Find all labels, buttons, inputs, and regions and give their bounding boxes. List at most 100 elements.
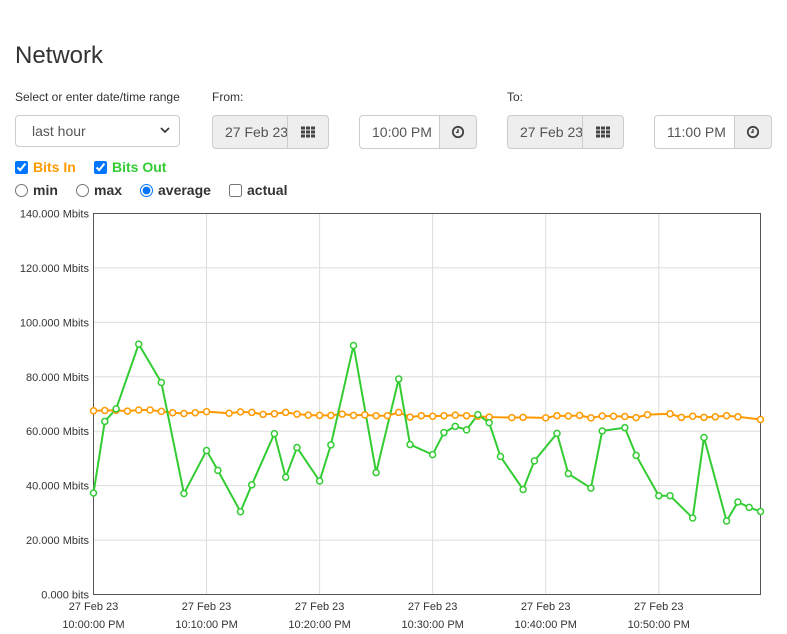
from-label: From: [212, 90, 244, 104]
to-calendar-button[interactable] [583, 115, 624, 149]
data-point [270, 410, 279, 418]
data-point [293, 410, 301, 418]
y-tick-label: 140.000 Mbits [20, 209, 90, 221]
bits-out-checkbox[interactable] [94, 160, 107, 174]
y-tick-label: 120.000 Mbits [20, 263, 90, 275]
data-point [428, 412, 437, 420]
data-point [541, 414, 550, 422]
data-point [315, 411, 324, 420]
data-point [202, 407, 211, 416]
data-point [700, 433, 708, 442]
data-point [157, 407, 166, 416]
x-tick-label: 10:20:00 PM [288, 619, 350, 631]
from-date-input[interactable]: 27 Feb 23 [212, 115, 288, 149]
data-point [462, 426, 471, 434]
data-point [338, 410, 346, 418]
to-time-input[interactable]: 11:00 PM [654, 115, 735, 149]
mode-max-radio[interactable] [76, 183, 89, 197]
data-point [315, 477, 324, 485]
data-point [519, 485, 527, 494]
data-point [281, 473, 290, 481]
data-point [406, 413, 414, 421]
data-point [372, 468, 380, 477]
clock-icon [746, 125, 760, 139]
data-point [756, 415, 765, 424]
data-point [89, 407, 98, 415]
data-point [553, 429, 561, 438]
data-point [587, 414, 595, 422]
bits-out-label: Bits Out [112, 159, 167, 175]
data-point [519, 413, 527, 422]
data-point [677, 413, 686, 422]
series-line [92, 341, 761, 524]
data-point [496, 452, 505, 461]
data-point [383, 411, 392, 420]
data-point [508, 413, 516, 422]
plot-frame [93, 213, 761, 595]
data-point [202, 446, 211, 455]
calendar-grid-icon [596, 126, 610, 138]
data-point [134, 406, 143, 414]
y-tick-label: 60.000 Mbits [26, 426, 89, 438]
to-clock-button[interactable] [735, 115, 772, 149]
mode-min[interactable]: min [15, 182, 58, 198]
data-point [564, 412, 573, 420]
data-point [632, 451, 640, 460]
data-point [394, 375, 403, 383]
data-point [112, 406, 120, 415]
x-tick-label: 27 Feb 23 [295, 601, 345, 613]
bits-out-toggle[interactable]: Bits Out [94, 159, 166, 175]
data-point [734, 498, 742, 506]
bits-in-toggle[interactable]: Bits In [15, 159, 76, 175]
data-point [236, 508, 245, 516]
data-point [609, 412, 618, 420]
y-tick-label: 20.000 Mbits [26, 535, 89, 547]
data-point [643, 410, 652, 419]
to-date-input[interactable]: 27 Feb 23 [507, 115, 583, 149]
mode-actual-checkbox[interactable] [229, 183, 242, 197]
data-point [745, 503, 753, 512]
data-point [349, 411, 358, 420]
range-select[interactable]: last hour [15, 115, 180, 147]
x-tick-label: 27 Feb 23 [69, 601, 119, 613]
data-point [101, 417, 109, 426]
data-point [440, 428, 448, 437]
x-tick-label: 10:10:00 PM [175, 619, 237, 631]
data-point [564, 469, 573, 478]
mode-min-radio[interactable] [15, 183, 28, 197]
data-point [372, 411, 380, 420]
data-point [688, 412, 697, 420]
data-point [327, 411, 335, 420]
data-point [722, 517, 731, 525]
data-point [451, 422, 460, 431]
data-point [462, 411, 471, 420]
data-point [225, 409, 233, 418]
mode-actual[interactable]: actual [229, 182, 287, 198]
mode-min-label: min [33, 182, 58, 198]
data-point [655, 491, 663, 500]
mode-max[interactable]: max [76, 182, 122, 198]
data-point [406, 440, 414, 449]
series-line [93, 408, 761, 421]
data-point [327, 441, 335, 449]
calendar-grid-icon [301, 126, 315, 138]
mode-max-label: max [94, 182, 123, 198]
bits-in-checkbox[interactable] [15, 160, 28, 174]
mode-average-radio[interactable] [140, 183, 153, 197]
data-point [440, 411, 448, 420]
data-point [180, 489, 188, 498]
data-point [598, 412, 606, 420]
x-tick-label: 27 Feb 23 [182, 601, 232, 613]
mode-average[interactable]: average [140, 182, 211, 198]
data-point [248, 408, 256, 417]
from-calendar-button[interactable] [288, 115, 329, 149]
from-time-input[interactable]: 10:00 PM [359, 115, 440, 149]
data-point [666, 410, 674, 418]
from-clock-button[interactable] [440, 115, 477, 149]
mode-actual-label: actual [247, 182, 288, 198]
x-tick-label: 10:50:00 PM [628, 619, 690, 631]
data-point [474, 412, 482, 420]
data-point [361, 411, 369, 419]
data-point [688, 514, 697, 522]
y-tick-label: 80.000 Mbits [26, 372, 89, 384]
